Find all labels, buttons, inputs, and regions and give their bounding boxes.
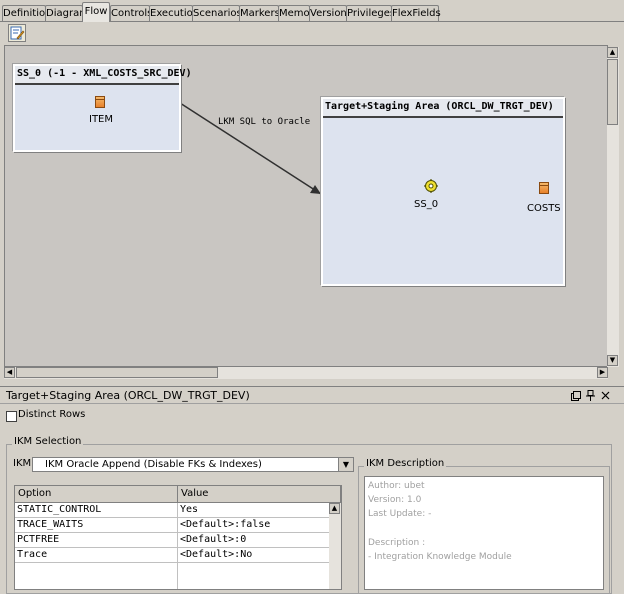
last-update-text: Last Update: - (368, 509, 432, 519)
scroll-right-button[interactable]: ▶ (597, 367, 608, 378)
table-row[interactable]: Trace <Default>:No (15, 548, 341, 563)
connector-arrowhead (310, 185, 321, 194)
source-set-gear-icon (424, 179, 438, 193)
author-text: Author: ubet (368, 481, 425, 491)
tab-controls[interactable]: Controls (110, 5, 152, 21)
restore-icon[interactable] (571, 391, 581, 401)
tab-bar: Definition Diagram Flow Controls Executi… (0, 0, 624, 22)
column-divider (177, 503, 178, 589)
table-row[interactable]: TRACE_WAITS <Default>:false (15, 518, 341, 533)
horizontal-scroll-thumb[interactable] (16, 367, 218, 378)
option-cell: PCTFREE (17, 534, 60, 545)
value-cell[interactable]: <Default>:false (178, 518, 270, 532)
target-table-icon (539, 182, 549, 194)
tab-flow[interactable]: Flow (82, 2, 110, 22)
source-set-box[interactable]: SS_0 (-1 - XML_COSTS_SRC_DEV) ITEM (13, 64, 192, 152)
option-cell: Trace (17, 549, 48, 560)
tab-execution[interactable]: Execution (149, 5, 199, 21)
target-staging-box[interactable]: Target+Staging Area (ORCL_DW_TRGT_DEV) S… (321, 97, 565, 286)
distinct-rows-checkbox[interactable] (6, 411, 17, 422)
tab-memo[interactable]: Memo (278, 5, 310, 21)
version-text: Version: 1.0 (368, 495, 422, 505)
description-label: Description : (368, 538, 426, 548)
datastore-table-icon (95, 96, 105, 108)
source-set-label[interactable]: SS_0 (414, 199, 438, 210)
chevron-down-icon[interactable]: ▼ (338, 458, 353, 471)
ikm-options-table[interactable]: Option Value STATIC_CONTROL Yes TRACE_WA… (14, 485, 342, 590)
option-cell: TRACE_WAITS (17, 519, 84, 530)
tab-scenarios[interactable]: Scenarios (192, 5, 242, 21)
column-header-value[interactable]: Value (178, 486, 341, 503)
table-row[interactable]: STATIC_CONTROL Yes (15, 503, 341, 518)
value-cell[interactable]: Yes (178, 503, 198, 517)
description-text: - Integration Knowledge Module (368, 552, 512, 562)
tab-privileges[interactable]: Privileges (346, 5, 395, 21)
edit-icon (10, 26, 25, 40)
tab-version[interactable]: Version (309, 5, 347, 21)
ikm-selection-legend: IKM Selection (12, 436, 84, 447)
tab-markers[interactable]: Markers (239, 5, 280, 21)
value-cell[interactable]: <Default>:0 (178, 533, 246, 547)
table-vertical-scrollbar[interactable]: ▲ (329, 503, 341, 589)
value-cell[interactable]: <Default>:No (178, 548, 252, 562)
flow-diagram-canvas[interactable]: SS_0 (-1 - XML_COSTS_SRC_DEV) ITEM LKM S… (4, 45, 608, 367)
ikm-dropdown-value: IKM Oracle Append (Disable FKs & Indexes… (45, 459, 262, 470)
ikm-label: IKM (13, 458, 32, 469)
target-staging-title: Target+Staging Area (ORCL_DW_TRGT_DEV) (323, 99, 563, 118)
toolbar (0, 22, 624, 44)
properties-panel-header: Target+Staging Area (ORCL_DW_TRGT_DEV) (0, 386, 624, 404)
table-row[interactable]: PCTFREE <Default>:0 (15, 533, 341, 548)
source-set-title: SS_0 (-1 - XML_COSTS_SRC_DEV) (15, 66, 192, 85)
tab-diagram[interactable]: Diagram (45, 5, 89, 21)
distinct-rows-label: Distinct Rows (18, 409, 86, 420)
pin-icon[interactable] (586, 390, 595, 401)
ikm-description-legend: IKM Description (364, 458, 447, 469)
close-icon[interactable] (601, 391, 610, 400)
edit-button[interactable] (8, 24, 26, 42)
tab-definition[interactable]: Definition (2, 5, 51, 21)
panel-title: Target+Staging Area (ORCL_DW_TRGT_DEV) (6, 389, 250, 402)
datastore-item-label[interactable]: ITEM (89, 114, 113, 125)
option-cell: STATIC_CONTROL (17, 504, 102, 515)
scroll-down-button[interactable]: ▼ (607, 355, 618, 366)
tab-flexfields[interactable]: FlexFields (391, 5, 441, 21)
table-scroll-up-button[interactable]: ▲ (329, 503, 340, 514)
vertical-scroll-thumb[interactable] (607, 59, 618, 125)
ikm-description-box: Author: ubet Version: 1.0 Last Update: -… (364, 476, 604, 590)
column-header-option[interactable]: Option (15, 486, 178, 503)
ikm-dropdown[interactable]: IKM Oracle Append (Disable FKs & Indexes… (32, 457, 354, 472)
connector-label[interactable]: LKM SQL to Oracle (218, 117, 310, 127)
scroll-up-button[interactable]: ▲ (607, 47, 618, 58)
scroll-left-button[interactable]: ◀ (4, 367, 15, 378)
datastore-costs-label[interactable]: COSTS (527, 203, 561, 214)
horizontal-scrollbar[interactable]: ◀ ▶ (4, 367, 608, 379)
vertical-scrollbar[interactable]: ▲ ▼ (607, 47, 619, 367)
